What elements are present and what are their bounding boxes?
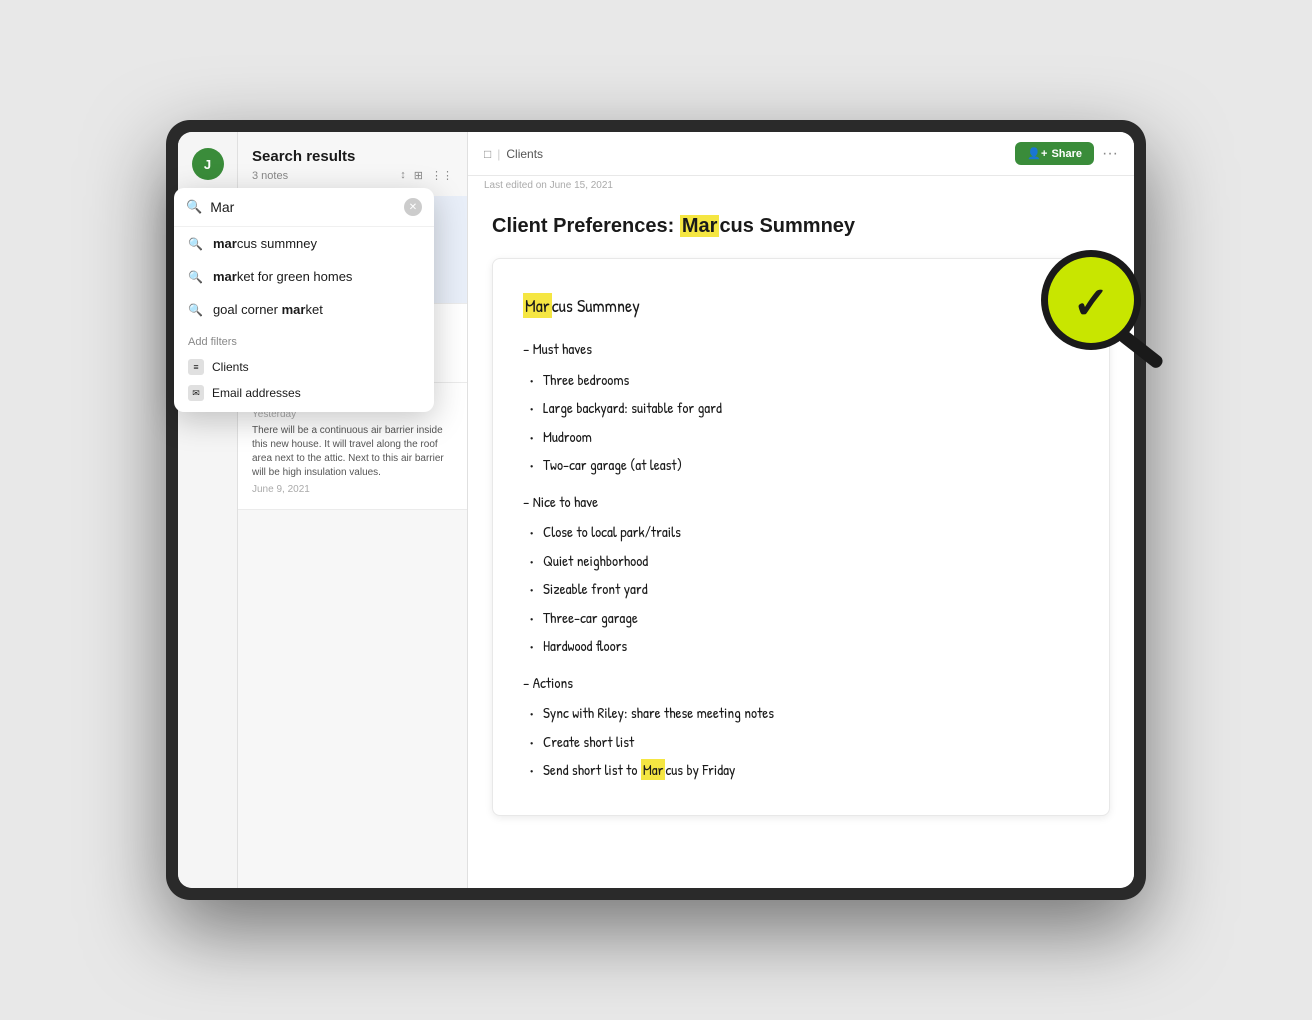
hw-name: Marcus Summney: [523, 289, 1079, 323]
hw-item: Sync with Riley: share these meeting not…: [523, 699, 1079, 728]
hw-name-highlight: Mar: [523, 293, 552, 318]
hw-item: Three bedrooms: [523, 366, 1079, 395]
filter-clients[interactable]: ≡ Clients: [188, 354, 420, 380]
search-count: 3 notes: [252, 170, 288, 182]
share-button[interactable]: 👤+ Share: [1015, 142, 1094, 165]
hw-item: Large backyard: suitable for gard: [523, 394, 1079, 423]
more-button[interactable]: ···: [1102, 145, 1118, 163]
handwritten-note: Marcus Summney – Must haves Three bedroo…: [492, 258, 1110, 816]
last-edited-text: Last edited on June 15, 2021: [468, 176, 1134, 195]
avatar[interactable]: J: [192, 148, 224, 180]
note-title-prefix: Client Preferences:: [492, 215, 680, 237]
hw-item: Three-car garage: [523, 604, 1079, 633]
hw-item: Create short list: [523, 728, 1079, 757]
main-toolbar: □ | Clients 👤+ Share ···: [468, 132, 1134, 176]
add-filters-section: Add filters ≡ Clients ✉ Email addresses: [174, 326, 434, 412]
share-icon: 👤+: [1027, 147, 1047, 160]
email-icon: ✉: [188, 385, 204, 401]
search-icon: 🔍: [188, 270, 203, 284]
note-title-highlight: Mar: [680, 215, 720, 237]
hw-item: Sizeable front yard: [523, 575, 1079, 604]
search-icon: 🔍: [188, 237, 203, 251]
search-clear-button[interactable]: ✕: [404, 198, 422, 216]
hw-item: Send short list to Marcus by Friday: [523, 756, 1079, 785]
search-suggestion-marcus[interactable]: 🔍 marcus summney: [174, 227, 434, 260]
filter-clients-label: Clients: [212, 360, 249, 374]
hw-item: Quiet neighborhood: [523, 547, 1079, 576]
search-suggestion-market[interactable]: 🔍 market for green homes: [174, 260, 434, 293]
hw-section-must-haves: – Must haves: [523, 335, 1079, 364]
search-icon: 🔍: [186, 199, 202, 215]
breadcrumb: □ | Clients: [484, 147, 543, 161]
breadcrumb-icon: □: [484, 147, 491, 161]
svg-text:✓: ✓: [1073, 279, 1110, 328]
suggestion-text: goal corner market: [213, 302, 323, 317]
search-panel-header: Search results 3 notes ↕ ⊞ ⋮⋮: [238, 132, 467, 190]
search-panel-icons: ↕ ⊞ ⋮⋮: [400, 169, 453, 182]
scene: J Search results 3 notes ↕ ⊞ ⋮⋮: [106, 80, 1206, 940]
breadcrumb-separator: |: [497, 147, 500, 161]
magnify-svg: ✓: [1026, 240, 1166, 380]
magnify-overlay: ✓: [1026, 240, 1156, 370]
hw-item: Mudroom: [523, 423, 1079, 452]
filter-icon[interactable]: ⊞: [414, 169, 423, 182]
result-date-netzero: June 9, 2021: [252, 484, 453, 495]
search-dropdown[interactable]: 🔍 Mar ✕ 🔍 marcus summney 🔍 market for gr…: [174, 188, 434, 412]
hw-item: Two-car garage (at least): [523, 451, 1079, 480]
hw-section-actions: – Actions: [523, 669, 1079, 698]
add-filters-label: Add filters: [188, 336, 420, 348]
search-input-row: 🔍 Mar ✕: [174, 188, 434, 227]
toolbar-left: □ | Clients: [484, 147, 543, 161]
search-input-value[interactable]: Mar: [210, 199, 396, 215]
note-title-suffix: cus Summney: [719, 215, 855, 237]
search-icon: 🔍: [188, 303, 203, 317]
filter-email-label: Email addresses: [212, 386, 301, 400]
search-panel-title: Search results: [252, 148, 453, 165]
breadcrumb-label: Clients: [506, 147, 543, 161]
suggestion-text: marcus summney: [213, 236, 317, 251]
result-preview-netzero: There will be a continuous air barrier i…: [252, 424, 453, 480]
suggestion-text: market for green homes: [213, 269, 352, 284]
filter-email[interactable]: ✉ Email addresses: [188, 380, 420, 406]
note-title: Client Preferences: Marcus Summney: [492, 215, 1110, 238]
search-suggestion-goal[interactable]: 🔍 goal corner market: [174, 293, 434, 326]
toolbar-right: 👤+ Share ···: [1015, 142, 1118, 165]
sort-icon[interactable]: ↕: [400, 169, 406, 182]
hw-item: Hardwood floors: [523, 632, 1079, 661]
grid-icon[interactable]: ⋮⋮: [431, 169, 453, 182]
clients-icon: ≡: [188, 359, 204, 375]
hw-item: Close to local park/trails: [523, 518, 1079, 547]
search-panel-meta: 3 notes ↕ ⊞ ⋮⋮: [252, 169, 453, 182]
hw-section-nice-to-have: – Nice to have: [523, 488, 1079, 517]
